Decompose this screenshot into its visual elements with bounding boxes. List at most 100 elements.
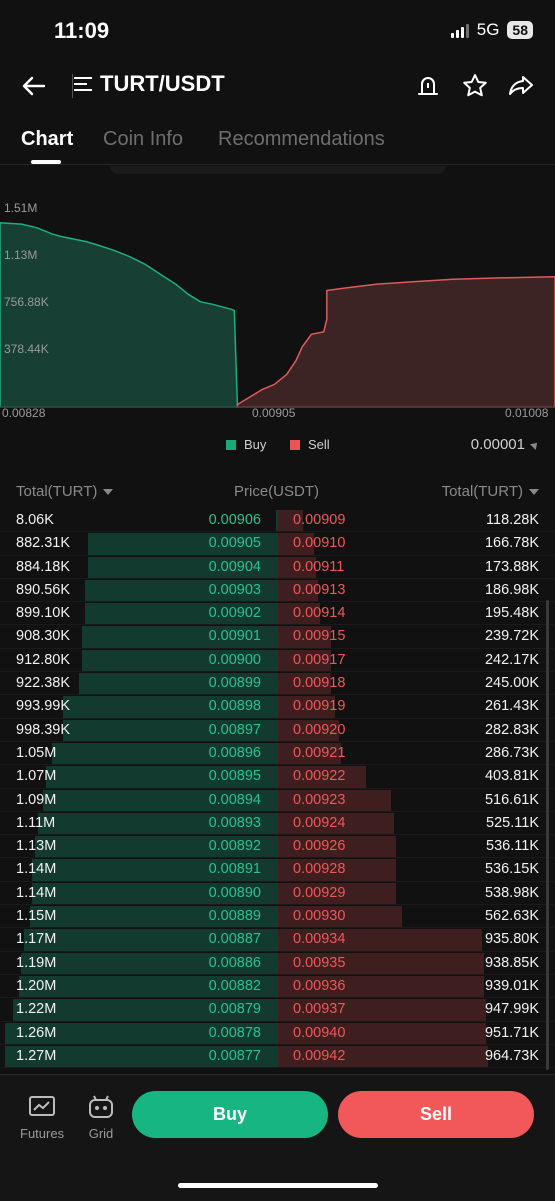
ask-total: 239.72K <box>484 628 539 645</box>
tab-coin-info[interactable]: Coin Info <box>103 128 183 151</box>
bid-price: 0.00906 <box>208 512 261 528</box>
bid-price: 0.00900 <box>208 651 261 668</box>
futures-icon <box>29 1096 56 1116</box>
bid-total: 8.06K <box>16 512 54 528</box>
ask-price: 0.00923 <box>293 791 346 808</box>
bid-total: 998.39K <box>16 721 71 738</box>
ask-total: 538.98K <box>484 884 539 901</box>
order-book-row[interactable]: 1.19M 0.00886 0.00935 938.85K <box>0 952 555 975</box>
tab-recommendations[interactable]: Recommendations <box>218 128 385 151</box>
order-book-row[interactable]: 908.30K 0.00901 0.00915 239.72K <box>0 625 555 649</box>
ask-price: 0.00910 <box>293 535 346 552</box>
status-time: 11:09 <box>54 18 110 43</box>
caret-down-icon <box>529 488 539 495</box>
ask-price: 0.00929 <box>293 884 346 901</box>
order-book-row[interactable]: 1.11M 0.00893 0.00924 525.11K <box>0 812 555 836</box>
ask-price: 0.00917 <box>293 651 346 668</box>
ask-price: 0.00928 <box>293 861 346 878</box>
order-book-row[interactable]: 912.80K 0.00900 0.00917 242.17K <box>0 649 555 673</box>
legend-sell: Sell <box>290 437 330 452</box>
scrollbar[interactable] <box>546 600 549 1070</box>
bid-price: 0.00893 <box>208 814 261 831</box>
futures-label: Futures <box>20 1126 65 1141</box>
order-book-row[interactable]: 899.10K 0.00902 0.00914 195.48K <box>0 602 555 626</box>
order-book-row[interactable]: 1.07M 0.00895 0.00922 403.81K <box>0 765 555 789</box>
bid-total: 993.99K <box>16 698 71 715</box>
bid-price: 0.00892 <box>208 838 261 855</box>
row-separator <box>0 1067 555 1069</box>
bid-price: 0.00887 <box>208 931 261 948</box>
ask-total: 935.80K <box>484 931 539 948</box>
tab-shade <box>110 166 446 174</box>
bid-total: 890.56K <box>16 581 71 598</box>
order-book-row[interactable]: 1.15M 0.00889 0.00930 562.63K <box>0 905 555 929</box>
bid-total: 1.17M <box>16 931 57 948</box>
ask-total: 562.63K <box>484 908 539 925</box>
x-tick-label: 0.00828 <box>2 406 46 420</box>
ask-price: 0.00909 <box>293 512 346 528</box>
back-arrow-icon[interactable] <box>20 72 48 100</box>
order-book-row[interactable]: 1.22M 0.00879 0.00937 947.99K <box>0 998 555 1022</box>
pair-selector[interactable]: TURT/USDT <box>74 71 225 97</box>
bid-total: 1.13M <box>16 838 57 855</box>
precision-selector[interactable]: 0.00001 <box>471 436 540 453</box>
order-book-row[interactable]: 1.20M 0.00882 0.00936 939.01K <box>0 975 555 999</box>
bid-total: 1.07M <box>16 768 57 785</box>
order-book-row[interactable]: 884.18K 0.00904 0.00911 173.88K <box>0 556 555 579</box>
order-book-row[interactable]: 1.09M 0.00894 0.00923 516.61K <box>0 789 555 812</box>
depth-chart[interactable] <box>0 182 555 422</box>
order-book-row[interactable]: 998.39K 0.00897 0.00920 282.83K <box>0 719 555 742</box>
alert-bell-icon[interactable] <box>414 72 442 100</box>
order-book-row[interactable]: 1.13M 0.00892 0.00926 536.11K <box>0 835 555 859</box>
ask-price: 0.00935 <box>293 954 346 971</box>
futures-nav[interactable]: Futures <box>20 1094 64 1141</box>
order-book-row[interactable]: 8.06K 0.00906 0.00909 118.28K <box>0 509 555 533</box>
bid-total: 1.20M <box>16 977 57 994</box>
bid-total-header-label: Total(TURT) <box>16 483 98 500</box>
tab-chart[interactable]: Chart <box>21 128 73 151</box>
order-book-row[interactable]: 1.05M 0.00896 0.00921 286.73K <box>0 742 555 766</box>
order-book-row[interactable]: 1.17M 0.00887 0.00934 935.80K <box>0 928 555 952</box>
menu-icon <box>74 77 92 91</box>
order-book-row[interactable]: 993.99K 0.00898 0.00919 261.43K <box>0 695 555 719</box>
grid-nav[interactable]: Grid <box>86 1094 116 1141</box>
order-book-row[interactable]: 1.26M 0.00878 0.00940 951.71K <box>0 1022 555 1045</box>
bid-total: 1.27M <box>16 1047 57 1064</box>
bid-price: 0.00890 <box>208 884 261 901</box>
ask-price: 0.00921 <box>293 744 346 761</box>
buy-button[interactable]: Buy <box>132 1091 328 1138</box>
ask-price: 0.00924 <box>293 814 346 831</box>
ask-price: 0.00911 <box>293 558 345 575</box>
ask-total-header[interactable]: Total(TURT) <box>442 483 539 500</box>
home-indicator[interactable] <box>178 1183 378 1188</box>
ask-price: 0.00918 <box>293 675 346 692</box>
tabs-divider <box>0 164 555 165</box>
bid-price: 0.00896 <box>208 744 261 761</box>
ask-total: 173.88K <box>484 558 539 575</box>
ask-price: 0.00937 <box>293 1001 346 1018</box>
sell-button[interactable]: Sell <box>338 1091 534 1138</box>
header-divider <box>72 74 73 98</box>
ask-price: 0.00922 <box>293 768 346 785</box>
order-book-row[interactable]: 1.27M 0.00877 0.00942 964.73K <box>0 1045 555 1069</box>
order-book-row[interactable]: 1.14M 0.00890 0.00929 538.98K <box>0 882 555 906</box>
share-icon[interactable] <box>507 72 535 100</box>
ask-total: 516.61K <box>484 791 539 808</box>
ask-total: 242.17K <box>484 651 539 668</box>
ask-price: 0.00934 <box>293 931 346 948</box>
ask-total: 195.48K <box>484 605 539 622</box>
y-tick-label: 756.88K <box>4 295 49 309</box>
page-title: TURT/USDT <box>100 71 225 96</box>
bid-price: 0.00899 <box>208 675 261 692</box>
order-book-row[interactable]: 882.31K 0.00905 0.00910 166.78K <box>0 532 555 556</box>
bid-total-header[interactable]: Total(TURT) <box>16 483 114 500</box>
order-book-row[interactable]: 890.56K 0.00903 0.00913 186.98K <box>0 579 555 603</box>
ask-price: 0.00914 <box>293 605 346 622</box>
star-icon[interactable] <box>461 72 489 100</box>
ask-price: 0.00940 <box>293 1024 346 1041</box>
order-book-row[interactable]: 922.38K 0.00899 0.00918 245.00K <box>0 672 555 696</box>
order-book: 8.06K 0.00906 0.00909 118.28K 882.31K 0.00905… <box>0 509 555 1069</box>
order-book-row[interactable]: 1.14M 0.00891 0.00928 536.15K <box>0 858 555 882</box>
sell-swatch <box>290 439 300 450</box>
ask-price: 0.00930 <box>293 908 346 925</box>
